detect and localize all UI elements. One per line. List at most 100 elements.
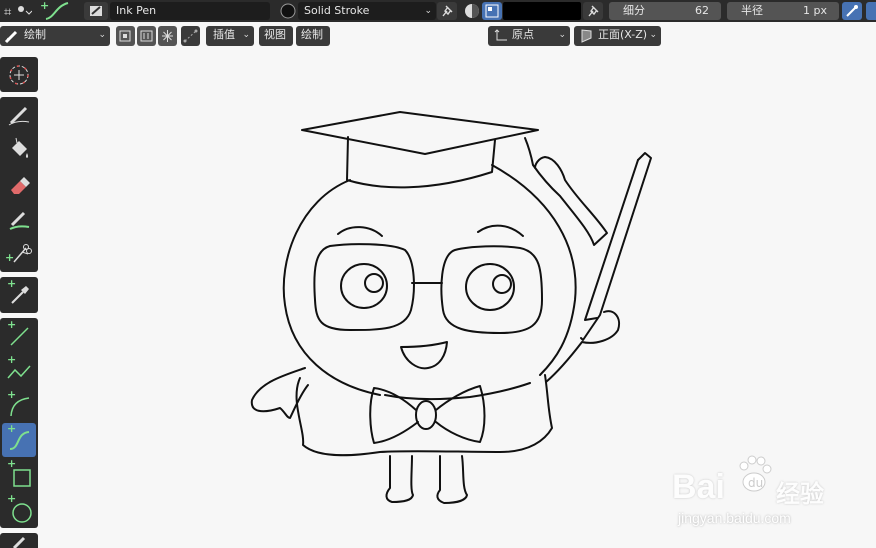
radius-value: 1 px [803,4,827,17]
layer-icon [140,30,153,42]
curve-tool[interactable]: + [2,423,36,457]
pen-icon [8,106,30,126]
option-button-4[interactable] [181,26,200,46]
chevron-down-icon: ⌄ [649,30,657,40]
subdivision-field[interactable]: 细分 62 [609,2,721,20]
arc-icon [10,397,30,417]
polyline-tool[interactable]: + [2,354,36,388]
draw-tool[interactable] [2,98,36,132]
toolbar-draw-group: + [0,97,38,272]
toolbar-annotate-group [0,533,38,548]
projection-dropdown[interactable]: 正面(X-Z) ⌄ [574,26,661,46]
toolbar-shapes-group: + + + + + + [0,318,38,528]
tint-tool[interactable] [2,203,36,237]
draw-label: 绘制 [301,28,323,41]
material-sphere-icon[interactable] [278,2,298,20]
annotate-pen-icon [12,536,26,548]
eyedropper-tool[interactable]: + [2,278,36,312]
mode-label: 绘制 [24,28,46,41]
view-label: 视图 [264,28,286,41]
option-button-1[interactable] [116,26,135,46]
chevron-down-icon: ⌄ [424,6,432,16]
option-button-2[interactable] [137,26,156,46]
arc-tool[interactable]: + [2,389,36,423]
color-swatch[interactable] [503,2,581,20]
brush-name-field[interactable]: Ink Pen [110,2,270,20]
left-leg [385,455,414,503]
character-head-right [491,164,577,376]
eyedropper-icon [11,286,29,304]
interpolate-dropdown[interactable]: 插值 ⌄ [206,26,254,46]
watermark-brand-tail: 经验 [776,481,824,508]
subdivision-label: 细分 [623,4,645,17]
brush-name: Ink Pen [116,4,157,17]
left-glasses-frame [313,243,415,331]
pointer-stick [580,152,652,341]
svg-text:du: du [748,476,763,490]
snowflake-icon [162,30,173,42]
box-tool[interactable]: + [2,458,36,492]
origin-axis-icon [494,29,507,41]
active-curve-tool-icon[interactable]: + [38,0,76,22]
pressure-icon[interactable] [842,2,862,20]
fill-tool[interactable] [2,133,36,167]
cursor-tool[interactable] [2,58,36,92]
character-head [282,179,381,396]
draw-menu[interactable]: 绘制 [296,26,330,46]
radius-label: 半径 [741,4,763,17]
right-eyebrow [477,224,524,237]
character-left-arm [250,367,309,419]
right-leg [436,455,468,504]
material-field[interactable]: Solid Stroke ⌄ [298,2,436,20]
origin-label: 原点 [512,28,534,41]
chevron-down-icon: ⌄ [558,30,566,40]
color-mode-icon[interactable] [462,2,482,20]
circle-tool[interactable]: + [2,493,36,527]
eraser-icon [11,177,30,194]
pin-icon[interactable] [437,2,457,20]
watermark-brand: Bai [672,468,725,506]
right-glasses-frame [440,245,543,334]
graduation-cap-board [301,111,539,155]
mode-dropdown[interactable]: 绘制 ⌄ [0,26,110,46]
radius-field[interactable]: 半径 1 px [727,2,839,20]
tool-settings-icon[interactable]: ⌗ [2,2,33,20]
view-menu[interactable]: 视图 [259,26,293,46]
paw-logo-icon: du [739,455,772,492]
bow-tie-left [369,387,419,444]
erase-tool[interactable] [2,168,36,202]
baidu-watermark: Bai du 经验 jingyan.baidu.com [672,452,872,532]
left-eyebrow [337,226,383,237]
option-button-3[interactable] [158,26,177,46]
right-pupil [492,274,512,294]
line-tool[interactable]: + [2,319,36,353]
pressure-icon-2[interactable] [866,2,876,20]
chevron-down-icon: ⌄ [242,30,250,40]
graduation-cap-band [346,136,496,189]
origin-dropdown[interactable]: 原点 ⌄ [488,26,570,46]
left-pupil [364,273,384,293]
line-icon [10,327,29,346]
cap-tassel [524,137,608,246]
material-name: Solid Stroke [304,4,370,17]
brush-icon[interactable] [84,2,108,20]
plane-icon [581,29,592,43]
subdivision-value: 62 [695,4,709,17]
cursor-icon [9,65,29,85]
bow-tie-right [435,385,486,443]
watermark-url: jingyan.baidu.com [678,510,791,526]
fill-bucket-icon [12,137,28,158]
box-icon [13,469,31,487]
annotate-tool[interactable] [2,534,36,548]
chevron-down-icon: ⌄ [98,30,106,40]
svg-text:⌗: ⌗ [4,5,12,20]
vertex-color-icon[interactable] [482,2,502,20]
right-eye [465,263,515,311]
interpolate-label: 插值 [213,28,235,41]
pin-icon-2[interactable] [583,2,603,20]
frame-icon [119,30,131,42]
cutter-tool[interactable]: + [2,238,36,272]
scissors-icon [13,244,32,263]
toolbar-eyedropper-group: + [0,277,38,313]
pencil-icon [4,30,18,44]
